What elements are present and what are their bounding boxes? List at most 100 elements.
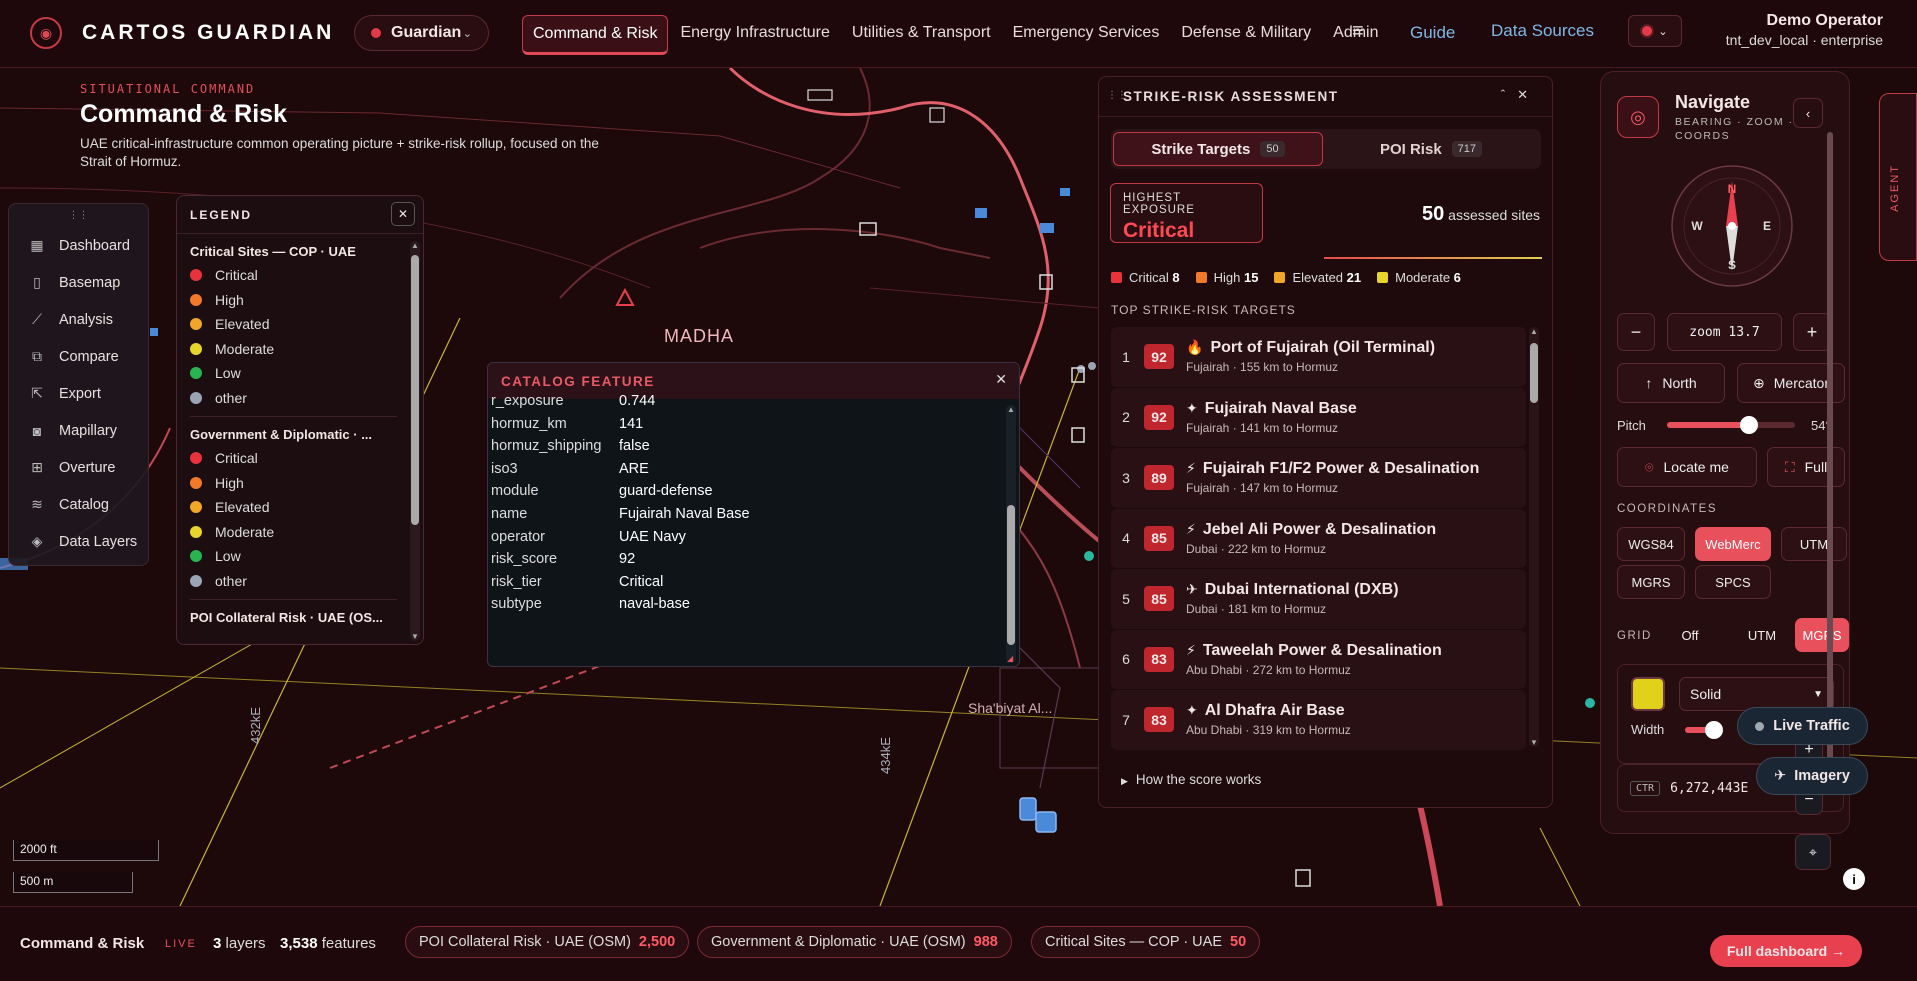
catalog-scrollbar[interactable]: ▲ ◢	[1006, 405, 1016, 663]
pitch-slider[interactable]	[1667, 422, 1795, 428]
legend-item: Critical	[177, 263, 423, 288]
target-type-icon: ✦	[1186, 399, 1198, 416]
sidebar-item-overture[interactable]: ⊞ Overture	[9, 449, 148, 486]
nav-energy-infrastructure[interactable]: Energy Infrastructure	[670, 15, 839, 55]
sidebar-item-label: Dashboard	[59, 237, 130, 254]
pitch-slider-knob[interactable]	[1739, 416, 1758, 434]
tab-poi-risk[interactable]: POI Risk 717	[1331, 132, 1531, 166]
target-rank: 7	[1122, 711, 1130, 728]
agent-tab[interactable]: AGENT	[1879, 93, 1917, 261]
coord-system-mgrs[interactable]: MGRS	[1617, 565, 1685, 599]
zoom-out-button[interactable]: −	[1617, 313, 1655, 351]
layer-chip[interactable]: Critical Sites — COP · UAE 50	[1031, 926, 1261, 958]
layer-chip[interactable]: POI Collateral Risk · UAE (OSM) 2,500	[405, 926, 690, 958]
close-icon[interactable]: ✕	[391, 202, 415, 226]
tier-swatch	[1111, 272, 1122, 283]
target-row[interactable]: 3 89 ⚡ Fujairah F1/F2 Power & Desalination F…	[1111, 448, 1526, 509]
full-dashboard-button[interactable]: Full dashboard →	[1710, 935, 1862, 967]
status-menu-button[interactable]: ⌄	[1628, 15, 1682, 47]
target-location: Dubai · 222 km to Hormuz	[1186, 541, 1327, 556]
layer-chip-label: Critical Sites — COP · UAE	[1045, 934, 1222, 950]
imagery-toggle[interactable]: ✈ Imagery	[1756, 757, 1868, 795]
sidebar-item-dashboard[interactable]: ▦ Dashboard	[9, 227, 148, 264]
sidebar-item-analysis[interactable]: ⟋ Analysis	[9, 301, 148, 338]
user-info[interactable]: Demo Operator tnt_dev_local · enterprise	[1726, 12, 1883, 48]
targets-scrollbar[interactable]: ▲ ▼	[1529, 327, 1539, 747]
legend-item: Elevated	[177, 495, 423, 520]
tier-number: 6	[1453, 270, 1461, 285]
sidebar-item-catalog[interactable]: ≋ Catalog	[9, 486, 148, 523]
legend-swatch	[190, 342, 202, 355]
chevron-down-icon: ⌄	[1658, 25, 1668, 38]
sidebar-item-mapillary[interactable]: ◙ Mapillary	[9, 412, 148, 449]
property-key: name	[491, 506, 528, 522]
drag-handle-icon[interactable]: ⋮⋮	[9, 210, 148, 221]
role-selector[interactable]: Guardian ⌄	[354, 15, 489, 51]
panel-controls[interactable]: ˆ✕	[1501, 87, 1540, 103]
nav-command-risk[interactable]: Command & Risk	[522, 15, 669, 55]
data-sources-link[interactable]: Data Sources	[1491, 21, 1594, 41]
navigate-scrollbar[interactable]	[1827, 132, 1833, 772]
risk-score-badge: 85	[1144, 586, 1174, 612]
nav-utilities-transport[interactable]: Utilities & Transport	[842, 15, 1001, 55]
coord-system-spcs[interactable]: SPCS	[1695, 565, 1771, 599]
sidebar-item-compare[interactable]: ⧉ Compare	[9, 338, 148, 375]
fullscreen-button[interactable]: ⛶ Full	[1767, 447, 1845, 487]
info-icon[interactable]: i	[1843, 868, 1865, 890]
layer-chip[interactable]: Government & Diplomatic · UAE (OSM) 988	[697, 926, 1012, 958]
target-row[interactable]: 1 92 🔥 Port of Fujairah (Oil Terminal) Fujai…	[1111, 327, 1526, 388]
target-row[interactable]: 4 85 ⚡ Jebel Ali Power & Desalination Dubai …	[1111, 508, 1526, 569]
nav-defense-military[interactable]: Defense & Military	[1171, 15, 1321, 55]
sidebar-item-basemap[interactable]: ▯ Basemap	[9, 264, 148, 301]
tier-label: Elevated	[1292, 270, 1344, 285]
sidebar-item-label: Catalog	[59, 496, 109, 513]
target-type-icon: ✈	[1186, 581, 1198, 598]
live-traffic-toggle[interactable]: Live Traffic	[1737, 707, 1868, 745]
guide-link[interactable]: Guide	[1410, 23, 1455, 43]
nav-emergency-services[interactable]: Emergency Services	[1003, 15, 1170, 55]
legend-item: other	[177, 569, 423, 594]
grid-option-off[interactable]: Off	[1663, 618, 1717, 652]
close-icon[interactable]: ✕	[1517, 87, 1540, 102]
locate-me-button[interactable]: ⌾ Locate me	[1617, 447, 1757, 487]
north-button[interactable]: ↑ North	[1617, 363, 1725, 403]
compass-rose[interactable]: N S E W	[1669, 163, 1795, 289]
line-color-swatch[interactable]	[1631, 677, 1665, 711]
legend-swatch	[190, 501, 202, 514]
tier-counts: Critical 8 High 15 Elevated 21 Moderate 6	[1111, 270, 1461, 285]
legend-item-label: Elevated	[215, 499, 270, 516]
tier-count: High 15	[1195, 270, 1258, 285]
target-row[interactable]: 7 83 ✦ Al Dhafra Air Base Abu Dhabi · 319 km…	[1111, 690, 1526, 751]
sidebar-item-export[interactable]: ⇱ Export	[9, 375, 148, 412]
zoom-in-button[interactable]: +	[1793, 313, 1831, 351]
width-label: Width	[1631, 722, 1665, 737]
target-row[interactable]: 5 85 ✈ Dubai International (DXB) Dubai · 181…	[1111, 569, 1526, 630]
tab-strike-targets[interactable]: Strike Targets 50	[1113, 132, 1323, 166]
sidebar-item-label: Data Layers	[59, 533, 138, 550]
grid-option-mgrs[interactable]: MGRS	[1795, 618, 1849, 652]
coord-system-utm[interactable]: UTM	[1781, 527, 1847, 561]
line-style-select[interactable]: Solid ▼	[1679, 677, 1834, 711]
grid-option-utm[interactable]: UTM	[1735, 618, 1789, 652]
target-type-icon: ⚡	[1186, 460, 1196, 477]
target-location: Abu Dhabi · 272 km to Hormuz	[1186, 662, 1351, 677]
close-icon[interactable]: ✕	[995, 371, 1007, 388]
coord-system-wgs84[interactable]: WGS84	[1617, 527, 1685, 561]
catalog-feature-popup: CATALOG FEATURE ✕ r_exposure 0.744 hormuz_…	[487, 362, 1020, 667]
property-key: risk_score	[491, 551, 558, 568]
legend-scrollbar[interactable]: ▲ ▼	[410, 241, 420, 641]
menu-icon[interactable]: ≡	[1352, 20, 1364, 43]
coord-system-webmerc[interactable]: WebMerc	[1695, 527, 1771, 561]
width-slider-knob[interactable]	[1705, 721, 1723, 739]
target-row[interactable]: 2 92 ✦ Fujairah Naval Base Fujairah · 141 km…	[1111, 387, 1526, 448]
recenter-button[interactable]: ⌖	[1795, 834, 1831, 870]
chevron-up-icon[interactable]: ˆ	[1501, 87, 1517, 102]
legend-panel: LEGEND ✕ Critical Sites — COP · UAE Criti…	[176, 195, 424, 645]
collapse-panel-button[interactable]: ‹	[1793, 98, 1823, 128]
target-rank: 6	[1122, 651, 1130, 668]
drag-handle-icon[interactable]: ⋮⋮	[1107, 90, 1127, 101]
layers-count: 3	[213, 935, 222, 952]
sidebar-item-data-layers[interactable]: ◈ Data Layers	[9, 523, 148, 560]
target-row[interactable]: 6 83 ⚡ Taweelah Power & Desalination Abu Dha…	[1111, 629, 1526, 690]
how-score-works-toggle[interactable]: ▶ How the score works	[1121, 772, 1269, 787]
